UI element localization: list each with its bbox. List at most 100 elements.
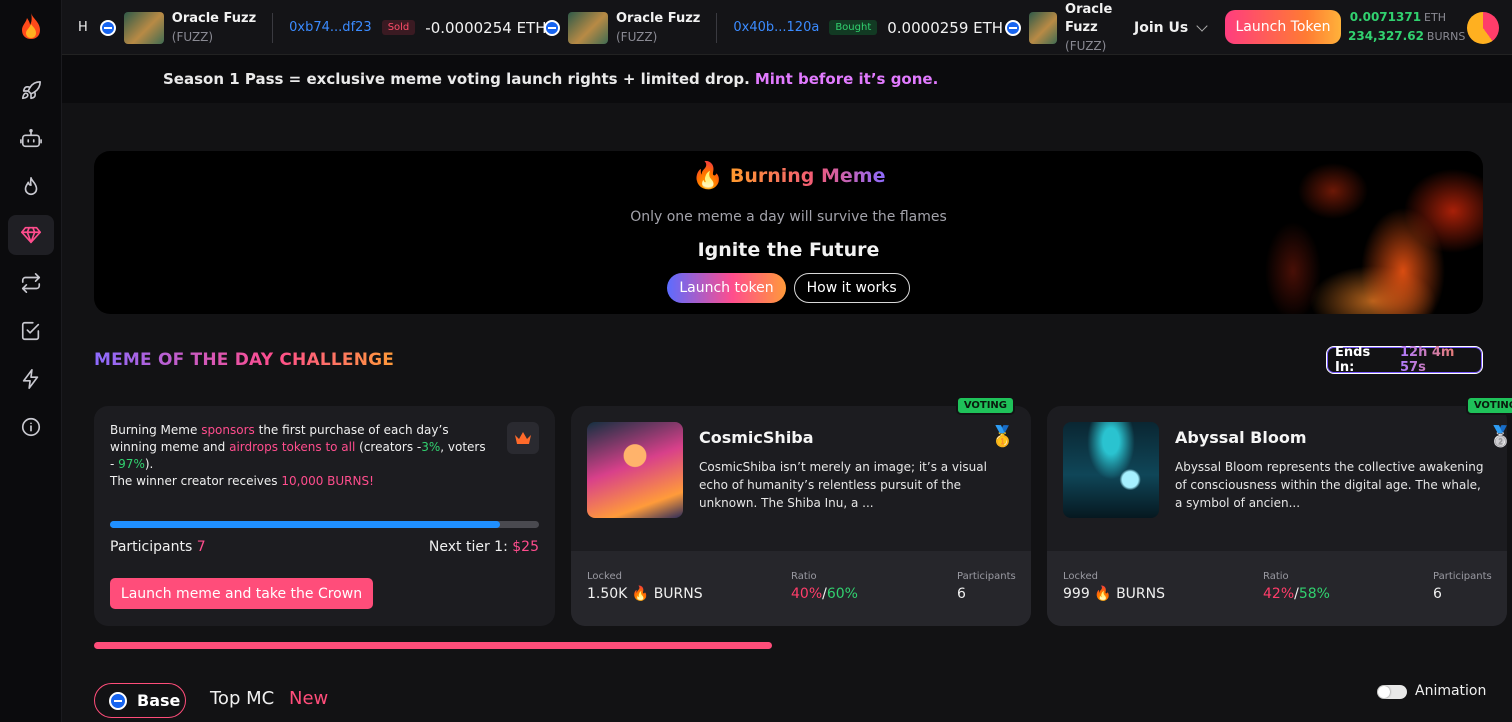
locked-value: 999: [1063, 586, 1090, 602]
trader-address[interactable]: 0x40b...120a: [733, 20, 819, 35]
ticker-item[interactable]: Oracle Fuzz (FUZZ): [1005, 0, 1122, 55]
gold-medal-icon: 🥇: [990, 424, 1015, 448]
token-symbol: (FUZZ): [616, 29, 658, 44]
sidebar-item-swap[interactable]: [8, 263, 54, 303]
progress-fill: [110, 521, 501, 528]
ratio-label: Ratio: [791, 571, 817, 582]
base-chain-icon: [109, 691, 127, 710]
mint-link[interactable]: Mint before it’s gone.: [755, 70, 938, 88]
trade-amount: -0.0000254 ETH: [425, 18, 547, 37]
flame-icon: [24, 177, 38, 196]
meme-stats: Locked 1.50K 🔥 BURNS Ratio 40%/60% Parti…: [571, 551, 1031, 626]
launch-meme-crown-button[interactable]: Launch meme and take the Crown: [110, 578, 373, 609]
sidebar-item-info[interactable]: [8, 407, 54, 447]
participants-label: Participants: [957, 571, 1016, 582]
hero-banner: 🔥 Burning Meme Only one meme a day will …: [94, 151, 1483, 314]
participants-stat: Participants 6: [957, 571, 1016, 602]
trade-action-badge: Bought: [829, 20, 878, 35]
meme-description: CosmicShiba isn’t merely an image; it’s …: [699, 460, 987, 510]
flame-icon: 🔥: [631, 586, 650, 602]
meme-stats: Locked 999 🔥 BURNS Ratio 42%/58% Partici…: [1047, 551, 1507, 626]
ratio-buy: 58%: [1298, 586, 1330, 602]
hero-launch-token-button[interactable]: Launch token: [667, 273, 786, 303]
participants-value: 6: [957, 586, 966, 602]
ticker-item[interactable]: H Oracle Fuzz (FUZZ) 0xb74...df23 Sold -…: [78, 0, 547, 54]
participants-stat: Participants 6: [1433, 571, 1492, 602]
token-thumbnail: [568, 11, 608, 44]
meme-card[interactable]: VOTING Abyssal Bloom 🥈 Abyssal Bloom rep…: [1047, 396, 1512, 626]
sidebar-item-boost[interactable]: [8, 359, 54, 399]
checklist-icon: [21, 321, 40, 341]
ratio-sell: 40%: [791, 586, 823, 602]
chain-filter-base[interactable]: Base: [94, 683, 186, 718]
base-chain-icon: [99, 19, 116, 36]
sidebar-item-launch[interactable]: [8, 71, 54, 111]
meme-description: Abyssal Bloom represents the collective …: [1175, 460, 1484, 510]
next-tier-value: $25: [512, 539, 539, 555]
burning-meme-logo-icon[interactable]: [18, 12, 44, 40]
meme-card[interactable]: VOTING CosmicShiba 🥇 CosmicShiba isn’t m…: [571, 396, 1031, 626]
locked-label: Locked: [1063, 571, 1098, 582]
trade-amount: 0.0000259 ETH: [887, 18, 1004, 37]
sponsor-text-highlight: airdrops tokens to all: [229, 440, 356, 454]
participants-progress-bar: [110, 521, 539, 528]
locked-unit: BURNS: [653, 586, 703, 602]
join-us-dropdown[interactable]: Join Us: [1134, 0, 1208, 54]
eth-balance: 0.0071371: [1349, 10, 1422, 24]
locked-stat: Locked 1.50K 🔥 BURNS: [587, 571, 703, 602]
trader-address[interactable]: 0xb74...df23: [289, 20, 372, 35]
hero-brand: 🔥 Burning Meme: [94, 161, 1483, 191]
sponsor-description: Burning Meme sponsors the first purchase…: [110, 422, 490, 490]
rocket-icon: [21, 81, 41, 100]
participants-label: Participants: [1433, 571, 1492, 582]
tab-top-mc[interactable]: Top MC: [210, 688, 274, 709]
sidebar: [0, 0, 62, 722]
swap-icon: [21, 273, 41, 293]
locked-value: 1.50K: [587, 586, 628, 602]
ratio-sell: 42%: [1263, 586, 1295, 602]
hero-actions: Launch token How it works: [94, 273, 1483, 303]
countdown-label: Ends In:: [1335, 345, 1371, 375]
ticker-item[interactable]: Oracle Fuzz (FUZZ) 0x40b...120a Bought 0…: [544, 0, 1004, 54]
avatar[interactable]: [1467, 12, 1499, 44]
token-name: Oracle Fuzz: [616, 10, 701, 26]
sidebar-item-memes[interactable]: [8, 215, 54, 255]
how-it-works-button[interactable]: How it works: [793, 273, 910, 303]
token-name-block: Oracle Fuzz (FUZZ): [172, 10, 256, 46]
trade-action-badge: Sold: [381, 20, 416, 35]
hero-headline: Ignite the Future: [697, 239, 880, 261]
sidebar-item-tasks[interactable]: [8, 311, 54, 351]
sponsor-card: Burning Meme sponsors the first purchase…: [94, 406, 555, 626]
main-content: 🔥 Burning Meme Only one meme a day will …: [62, 103, 1512, 722]
sidebar-item-bot[interactable]: [8, 119, 54, 159]
base-chain-icon: [1005, 19, 1021, 36]
token-name: Oracle Fuzz: [1065, 1, 1113, 35]
tab-new[interactable]: New: [289, 688, 328, 709]
top-bar: H Oracle Fuzz (FUZZ) 0xb74...df23 Sold -…: [62, 0, 1512, 55]
animation-toggle[interactable]: [1377, 685, 1407, 699]
wallet-balances[interactable]: 0.0071371 ETH 234,327.62 BURNS: [1348, 8, 1465, 46]
countdown-timer: Ends In: 12h 4m 57s: [1326, 345, 1483, 375]
next-tier-label: Next tier 1:: [428, 539, 508, 555]
ratio-buy: 60%: [826, 586, 858, 602]
announcement-bar: Season 1 Pass = exclusive meme voting la…: [62, 55, 1512, 103]
sidebar-item-burn[interactable]: [8, 167, 54, 207]
ratio-stat: Ratio 40%/60%: [791, 571, 858, 602]
ratio-stat: Ratio 42%/58%: [1263, 571, 1330, 602]
meme-image: [1063, 422, 1159, 518]
token-symbol: (FUZZ): [1065, 38, 1107, 53]
meme-image: [587, 422, 683, 518]
token-name-block: Oracle Fuzz (FUZZ): [616, 10, 700, 46]
token-name-block: Oracle Fuzz (FUZZ): [1065, 1, 1122, 55]
participants-value: 7: [196, 539, 206, 555]
sponsor-text-part: Burning Meme: [110, 423, 198, 437]
crown-icon: [507, 422, 539, 454]
animation-label: Animation: [1415, 683, 1487, 699]
launch-token-button[interactable]: Launch Token: [1225, 10, 1341, 44]
divider: [716, 12, 718, 43]
carousel-scrollbar[interactable]: [94, 642, 772, 649]
info-icon: [21, 417, 41, 437]
voting-badge: VOTING: [1465, 396, 1512, 415]
chevron-down-icon: [1196, 19, 1208, 32]
hero-subtitle: Only one meme a day will survive the fla…: [630, 209, 947, 225]
